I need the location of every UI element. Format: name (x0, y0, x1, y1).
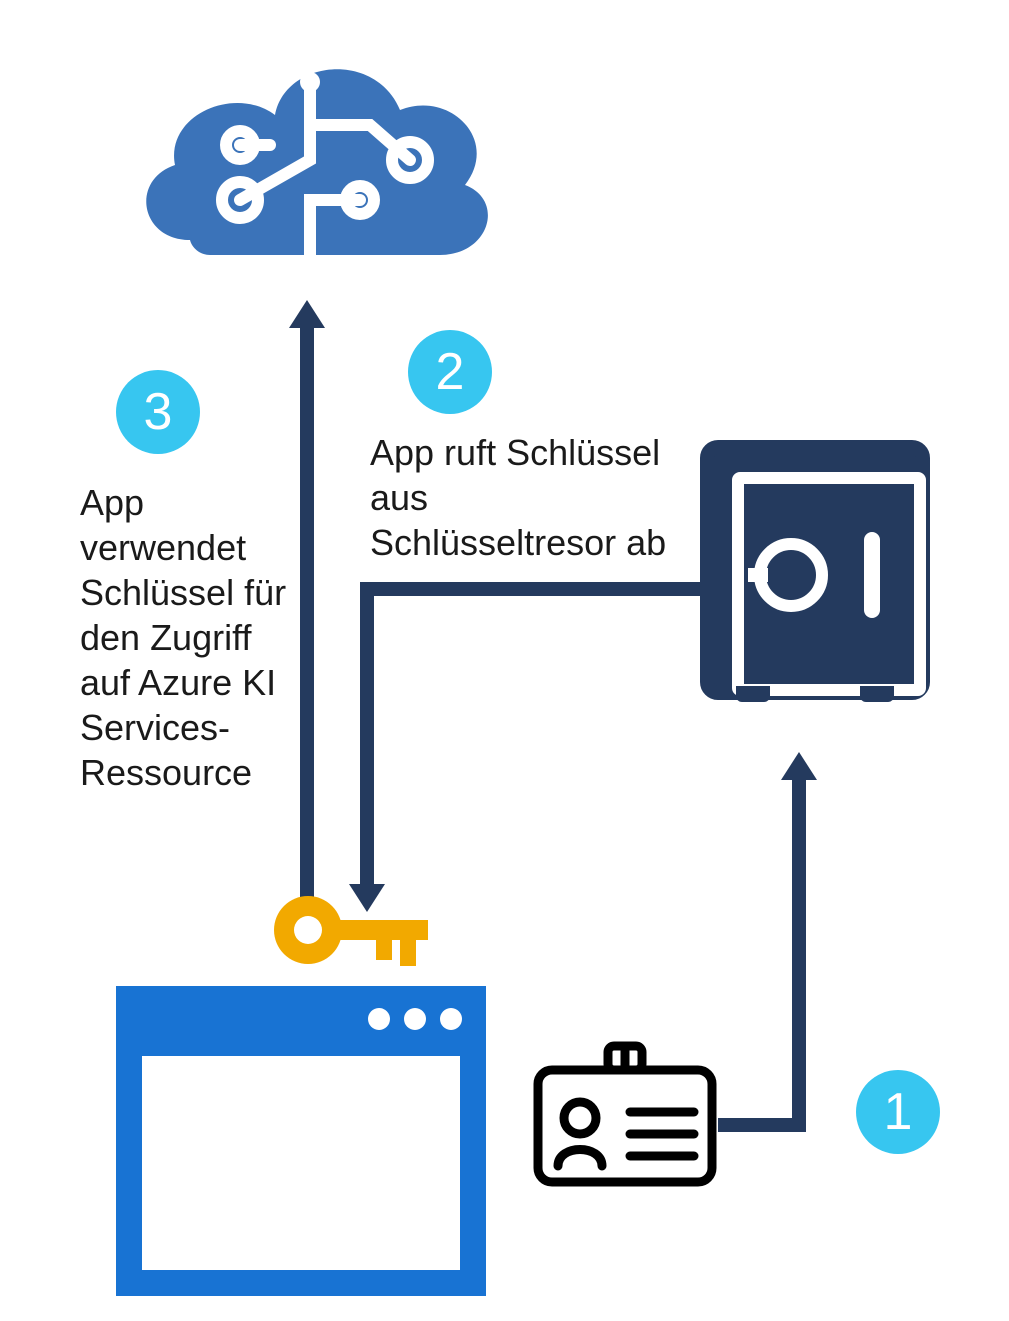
app-window-dots (368, 1008, 462, 1030)
step-2-number: 2 (436, 342, 465, 402)
diagram-stage: 3 2 App verwendet Schlüssel für den Zugr… (0, 0, 1009, 1321)
step-3-text: App verwendet Schlüssel für den Zugriff … (80, 480, 290, 795)
step-3-number: 3 (144, 382, 173, 442)
step-1-badge: 1 (856, 1070, 940, 1154)
app-window-icon (116, 986, 486, 1296)
key-vault-safe-icon (700, 440, 930, 700)
step-2-badge: 2 (408, 330, 492, 414)
identity-card-icon (530, 1040, 720, 1190)
key-icon (268, 880, 438, 980)
ai-cloud-brain-icon (120, 30, 500, 310)
step-1-number: 1 (884, 1082, 913, 1142)
step-2-text: App ruft Schlüssel aus Schlüsseltresor a… (370, 430, 670, 565)
step-3-badge: 3 (116, 370, 200, 454)
